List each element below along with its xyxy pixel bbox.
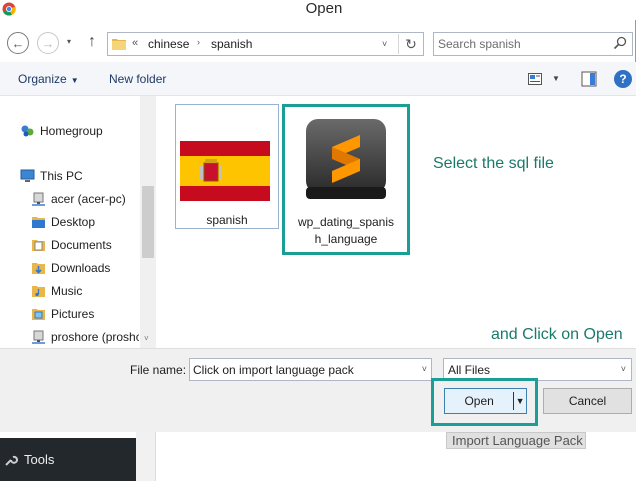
nav-item-label: Desktop [51, 215, 96, 229]
preview-pane-icon[interactable] [581, 71, 597, 87]
breadcrumb-spanish[interactable]: spanish [211, 37, 252, 51]
recent-locations-dropdown[interactable]: ▾ [67, 37, 71, 46]
file-name-combobox: ˅ [189, 358, 432, 381]
music-icon [32, 286, 45, 297]
help-icon[interactable]: ? [614, 70, 632, 88]
back-button[interactable]: ← [7, 32, 29, 54]
nav-item-acer[interactable]: acer (acer-pc) [31, 192, 126, 206]
computer-icon [20, 169, 35, 182]
downloads-icon [32, 263, 45, 274]
open-button-label: Open [464, 394, 494, 408]
background-tools-menu-item[interactable]: Tools [4, 452, 54, 467]
homegroup-icon [21, 125, 34, 137]
nav-item-homegroup[interactable]: Homegroup [20, 124, 103, 138]
address-overflow-chevrons[interactable]: « [132, 37, 138, 49]
pictures-icon [32, 309, 45, 320]
nav-item-documents[interactable]: Documents [31, 238, 112, 252]
nav-item-downloads[interactable]: Downloads [31, 261, 110, 275]
file-list: spanish wp_dating_spanis h_language Sele… [156, 96, 636, 348]
wrench-icon [5, 455, 18, 466]
cancel-button[interactable]: Cancel [543, 388, 632, 414]
change-view-icon[interactable] [528, 73, 542, 85]
scrollbar-thumb[interactable] [142, 186, 154, 258]
view-options-dropdown[interactable]: ▼ [552, 74, 560, 83]
nav-item-label: Homegroup [40, 124, 103, 138]
file-name-dropdown[interactable]: ˅ [422, 364, 427, 374]
file-name-text: wp_dating_spanis h_language [297, 215, 395, 246]
nav-item-label: acer (acer-pc) [51, 192, 126, 206]
address-dropdown[interactable]: ˅ [382, 39, 387, 49]
open-button[interactable]: Open ▼ [444, 388, 527, 414]
nav-item-label: Downloads [51, 261, 111, 275]
nav-item-pictures[interactable]: Pictures [31, 307, 94, 321]
background-import-language-pack-button[interactable]: Import Language Pack [446, 432, 586, 449]
breadcrumb-separator[interactable]: › [197, 37, 200, 47]
file-item-wp-dating-spanish-language[interactable]: wp_dating_spanis h_language [282, 104, 410, 255]
new-folder-button[interactable]: New folder [109, 72, 166, 86]
up-one-level-button[interactable]: ↑ [88, 33, 96, 51]
nav-item-music[interactable]: Music [31, 284, 82, 298]
file-name-label: spanish [206, 213, 248, 227]
refresh-button[interactable]: ↻ [398, 34, 423, 54]
search-box [433, 32, 633, 56]
navigation-row: ← → ▾ ↑ « chinese › spanish ˅ ↻ [0, 28, 636, 58]
dialog-title: Open [305, 0, 343, 17]
title-bar: Open [0, 0, 636, 20]
search-icon[interactable] [613, 36, 627, 50]
nav-item-desktop[interactable]: Desktop [31, 215, 95, 229]
navigation-pane: Homegroup This PC acer (acer-pc) Desktop… [0, 96, 156, 348]
folder-icon [112, 39, 126, 50]
annotation-select-sql-file: Select the sql file [433, 155, 554, 172]
file-selection-pane: File name: ˅ All Files ˅ Open ▼ Cancel [0, 348, 636, 432]
file-name-field-label: File name: [130, 363, 187, 377]
file-item-spanish[interactable]: spanish [175, 104, 279, 229]
file-type-value: All Files [448, 363, 491, 377]
network-drive-icon [32, 192, 45, 206]
nav-item-label: proshore (proshc [51, 330, 139, 344]
forward-button[interactable]: → [37, 32, 59, 54]
folder-icon [32, 217, 45, 228]
nav-item-label: Pictures [51, 307, 95, 321]
network-drive-icon [32, 330, 45, 344]
spain-flag-folder-icon [180, 141, 270, 201]
background-tools-label: Tools [24, 452, 55, 467]
open-options-dropdown[interactable]: ▼ [514, 396, 526, 406]
nav-item-proshore[interactable]: proshore (proshc [31, 330, 139, 344]
sublime-text-icon [306, 119, 386, 199]
scroll-down-arrow[interactable]: ˅ [144, 334, 149, 343]
search-input[interactable] [438, 35, 608, 53]
navigation-scrollbar[interactable]: ˅ [140, 96, 156, 348]
file-name-input[interactable] [193, 361, 408, 378]
file-name-label: wp_dating_spanis h_language [287, 214, 405, 248]
organize-label: Organize [18, 72, 67, 86]
nav-item-label: This PC [40, 169, 83, 183]
nav-item-this-pc[interactable]: This PC [20, 169, 83, 183]
nav-item-label: Documents [51, 238, 112, 252]
annotation-click-open: and Click on Open [491, 326, 623, 343]
open-file-dialog: Open ← → ▾ ↑ « chinese › spanish ˅ ↻ Or [0, 0, 636, 432]
file-type-dropdown[interactable]: ˅ [621, 364, 626, 374]
breadcrumb-chinese[interactable]: chinese [148, 37, 189, 51]
nav-item-label: Music [51, 284, 83, 298]
documents-icon [32, 240, 45, 251]
organize-caret-icon: ▼ [70, 76, 79, 85]
organize-button[interactable]: Organize ▼ [18, 72, 79, 86]
command-toolbar: Organize ▼ New folder ▼ ? [0, 62, 636, 96]
address-bar[interactable]: « chinese › spanish ˅ ↻ [107, 32, 424, 56]
